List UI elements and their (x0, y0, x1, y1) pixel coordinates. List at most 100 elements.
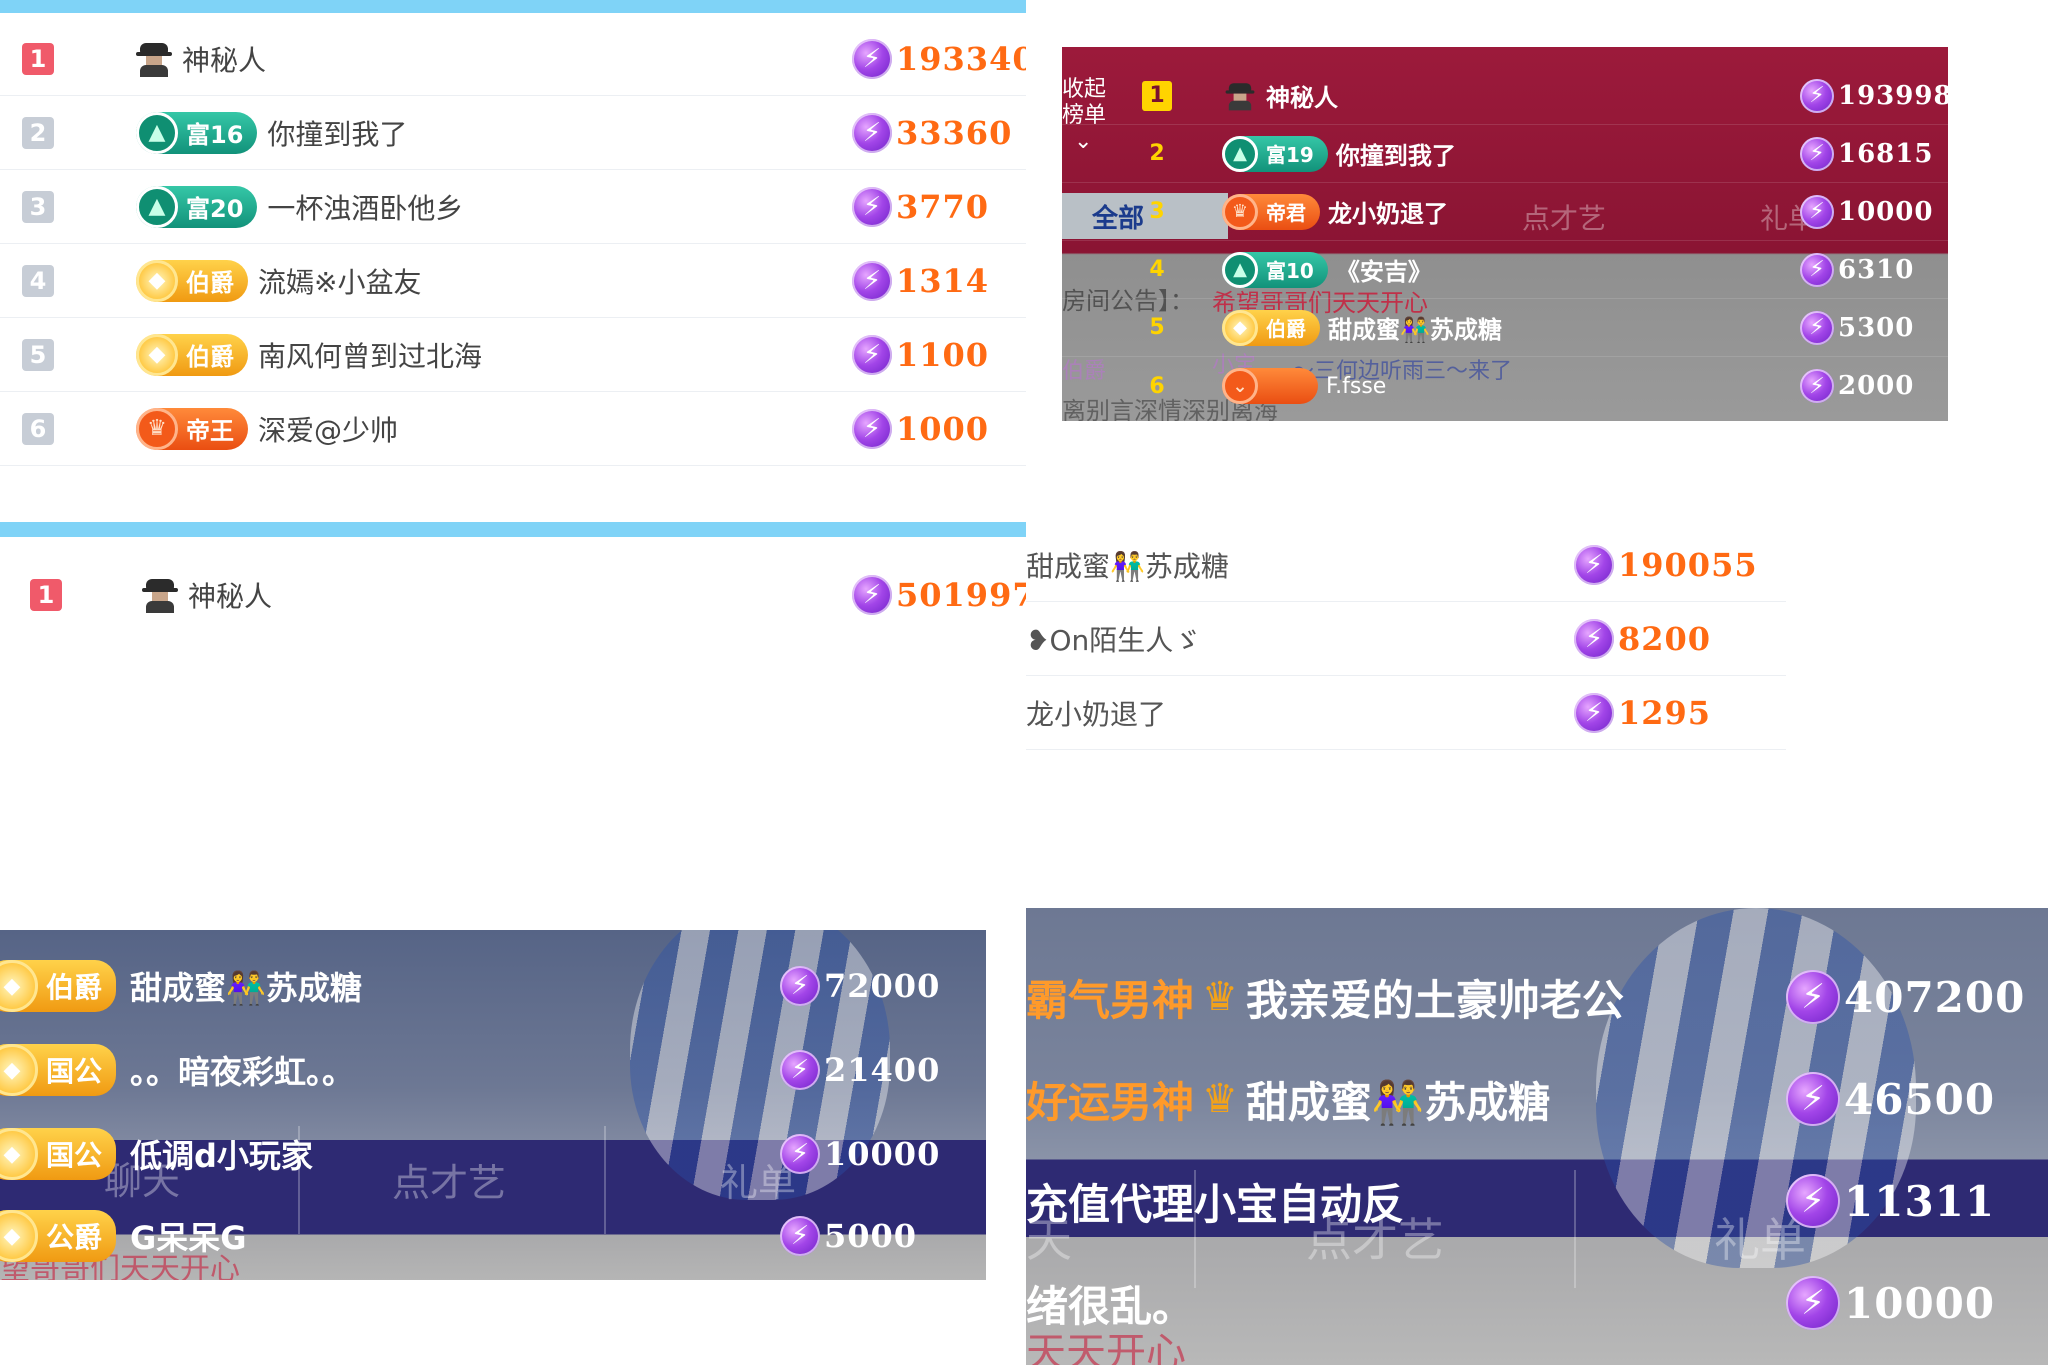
score: ⚡ 3770 (852, 186, 989, 227)
rank-badge: 6 (22, 412, 54, 445)
score-value: 46500 (1844, 1074, 1996, 1124)
leaderboard-panel-a: 1 神秘人 ⚡ 193340 2 ▲ 富16 你撞到我了 ⚡ 33360 3 ▲ 富… (0, 0, 1026, 520)
leaderboard-row[interactable]: 2 ▲ 富16 你撞到我了 ⚡ 33360 (0, 96, 1026, 170)
honor-title: 霸气男神 (1026, 975, 1195, 1025)
rank-badge: 4 (22, 264, 54, 297)
score-value: 11311 (1844, 1176, 1996, 1226)
score: ⚡ 33360 (852, 112, 1012, 153)
score-value: 8200 (1618, 619, 1712, 658)
score: ⚡ 5000 (780, 1216, 917, 1256)
leaderboard-row[interactable]: 2 ▲ 富19 你撞到我了 ⚡ 16815 (1062, 125, 1948, 183)
score: ⚡ 407200 (1786, 970, 2025, 1024)
user-name: 我亲爱的土豪帅老公 (1245, 975, 1624, 1025)
leaderboard-row[interactable]: 4 ◆ 伯爵 流嫣※小盆友 ⚡ 1314 (0, 244, 1026, 318)
rank-badge: 5 (22, 338, 54, 371)
leaderboard-row[interactable]: 霸气男神 ♛ 我亲爱的土豪帅老公 ⚡ 407200 (1026, 946, 2048, 1048)
leaderboard-row[interactable]: 6 ⌄ F.fsse ⚡ 2000 (1062, 357, 1948, 415)
score: ⚡ 2000 (1800, 369, 1914, 403)
lightning-icon: ⚡ (1800, 310, 1834, 345)
user-name: 神秘人 (182, 43, 267, 77)
leaderboard-row[interactable]: ◆ 国公 。。暗夜彩虹。。 ⚡ 21400 (0, 1028, 986, 1112)
wealth-level-badge: ▲ 富16 (136, 111, 258, 154)
leaderboard-row[interactable]: 好运男神 ♛ 甜成蜜👫苏成糖 ⚡ 46500 (1026, 1048, 2048, 1150)
noble-rank-badge: ◆ 伯爵 (136, 259, 248, 302)
rank-number: 5 (1149, 315, 1165, 340)
rank-number: 2 (1149, 141, 1165, 166)
score: ⚡ 10000 (1800, 194, 1933, 229)
lightning-icon: ⚡ (1800, 252, 1834, 287)
user-name: 南风何曾到过北海 (258, 339, 483, 373)
lightning-icon: ⚡ (780, 966, 820, 1006)
rank-number: 4 (1149, 257, 1165, 282)
leaderboard-row[interactable]: 3 ♛ 帝君 龙小奶退了 ⚡ 10000 (1062, 183, 1948, 241)
gem-icon: ◆ (0, 1128, 38, 1180)
user-name: ❥On陌生人ゞ (1026, 623, 1202, 657)
user-name: 神秘人 (188, 580, 273, 613)
mystery-user-icon (142, 577, 178, 613)
leaderboard-row[interactable]: 龙小奶退了 ⚡ 1295 (1026, 676, 1786, 750)
triangle-icon: ▲ (1222, 251, 1258, 288)
lightning-icon: ⚡ (1786, 1276, 1840, 1330)
gem-icon: ◆ (136, 259, 178, 302)
user-name: G呆呆G (130, 1219, 247, 1257)
leaderboard-row[interactable]: 绪很乱。 ⚡ 10000 (1026, 1252, 2048, 1354)
panel-top-bar (0, 0, 1026, 13)
score-value: 501997 (896, 576, 1026, 614)
score: ⚡ 8200 (1574, 618, 1712, 659)
leaderboard-row[interactable]: ◆ 公爵 G呆呆G ⚡ 5000 (0, 1194, 986, 1278)
score: ⚡ 6310 (1800, 252, 1914, 287)
user-name: 流嫣※小盆友 (258, 265, 422, 299)
badge-label: 伯爵 (186, 343, 234, 371)
user-name: 充值代理小宝自动反 (1026, 1179, 1405, 1229)
leaderboard-row[interactable]: 3 ▲ 富20 一杯浊酒卧他乡 ⚡ 3770 (0, 170, 1026, 244)
user-name: 。。暗夜彩虹。。 (130, 1053, 355, 1091)
score: ⚡ 1295 (1574, 692, 1711, 733)
score: ⚡ 5300 (1800, 310, 1914, 345)
gem-icon: ◆ (0, 1210, 38, 1262)
lightning-icon: ⚡ (852, 260, 892, 301)
mystery-user-icon (1225, 81, 1255, 110)
triangle-icon: ▲ (1222, 135, 1258, 172)
leaderboard-row[interactable]: ❥On陌生人ゞ ⚡ 8200 (1026, 602, 1786, 676)
leaderboard-row[interactable]: 5 ◆ 伯爵 南风何曾到过北海 ⚡ 1100 (0, 318, 1026, 392)
leaderboard-row[interactable]: 4 ▲ 富10 《安吉》 ⚡ 6310 (1062, 241, 1948, 299)
leaderboard-row[interactable]: 1 神秘人 ⚡ 193998 (1062, 67, 1948, 125)
lightning-icon: ⚡ (780, 1216, 820, 1256)
user-name: 甜成蜜👫苏成糖 (1245, 1077, 1551, 1127)
leaderboard-row[interactable]: 5 ◆ 伯爵 甜成蜜👫苏成糖 ⚡ 5300 (1062, 299, 1948, 357)
badge-label: 富10 (1266, 259, 1314, 283)
user-name: 《安吉》 (1335, 258, 1432, 286)
leaderboard-row[interactable]: 甜成蜜👫苏成糖 ⚡ 190055 (1026, 528, 1786, 602)
wealth-level-badge: ▲ 富20 (136, 185, 258, 228)
score: ⚡ 21400 (780, 1050, 940, 1090)
leaderboard-row[interactable]: 1 神秘人 ⚡ 193340 (0, 22, 1026, 96)
triangle-icon: ▲ (136, 111, 178, 154)
lightning-icon: ⚡ (1800, 136, 1834, 171)
score-value: 1000 (896, 409, 990, 448)
user-name: 一杯浊酒卧他乡 (267, 191, 464, 225)
score: ⚡ 501997 (852, 575, 1026, 615)
lightning-icon: ⚡ (852, 38, 892, 79)
score-value: 16815 (1838, 138, 1934, 169)
lightning-icon: ⚡ (1574, 544, 1614, 585)
score: ⚡ 10000 (1786, 1276, 1995, 1330)
noble-rank-badge: ◆ 国公 (0, 1044, 117, 1096)
noble-rank-badge: ⌄ (1222, 368, 1318, 404)
lightning-icon: ⚡ (852, 186, 892, 227)
leaderboard-row[interactable]: 6 ♛ 帝王 深爱@少帅 ⚡ 1000 (0, 392, 1026, 466)
lightning-icon: ⚡ (852, 334, 892, 375)
badge-label: 公爵 (46, 1221, 103, 1254)
lightning-icon: ⚡ (852, 112, 892, 153)
score-value: 10000 (1844, 1278, 1996, 1328)
leaderboard-row[interactable]: 1 神秘人 ⚡ 501997 (0, 558, 1026, 630)
rank-badge: 3 (22, 190, 54, 223)
score: ⚡ 1100 (852, 334, 989, 375)
badge-label: 富19 (1266, 143, 1314, 167)
lightning-icon: ⚡ (852, 408, 892, 449)
badge-label: 伯爵 (46, 971, 103, 1004)
live-rank-panel: 收起榜单 ⌄ 全部 点才艺 礼单 房间公告】： 希望哥哥们天天开心 伯爵 小宝 … (1062, 47, 1948, 421)
leaderboard-row[interactable]: ◆ 伯爵 甜成蜜👫苏成糖 ⚡ 72000 (0, 944, 986, 1028)
leaderboard-row[interactable]: 充值代理小宝自动反 ⚡ 11311 (1026, 1150, 2048, 1252)
noble-rank-badge: ◆ 伯爵 (1222, 309, 1320, 346)
leaderboard-row[interactable]: ◆ 国公 低调d小玩家 ⚡ 10000 (0, 1112, 986, 1196)
